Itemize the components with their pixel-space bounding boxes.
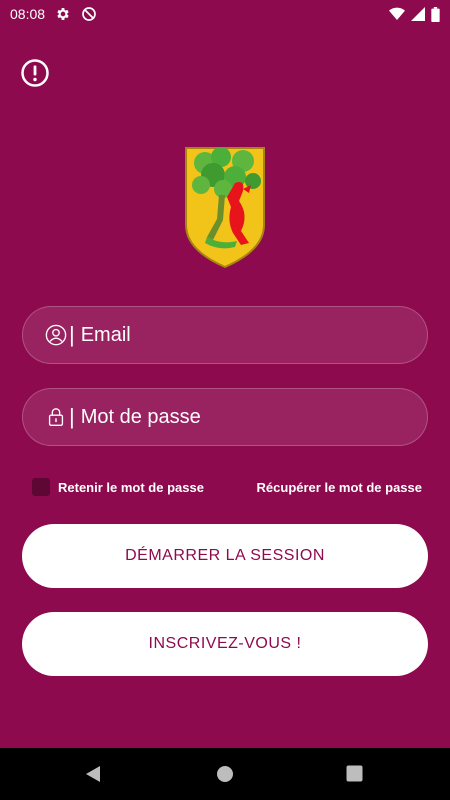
user-icon bbox=[45, 324, 67, 346]
status-time: 08:08 bbox=[10, 6, 46, 22]
recover-password-link[interactable]: Récupérer le mot de passe bbox=[257, 480, 422, 495]
email-field[interactable]: | bbox=[22, 306, 428, 364]
home-icon[interactable] bbox=[216, 765, 234, 783]
login-button[interactable]: DÉMARRER LA SESSION bbox=[22, 524, 428, 588]
coat-of-arms-logo bbox=[183, 145, 267, 270]
signup-button[interactable]: INSCRIVEZ-VOUS ! bbox=[22, 612, 428, 676]
wifi-icon bbox=[389, 7, 405, 20]
signal-icon bbox=[411, 7, 425, 21]
lock-icon bbox=[48, 408, 64, 426]
remember-label[interactable]: Retenir le mot de passe bbox=[58, 480, 204, 495]
battery-icon bbox=[431, 6, 440, 22]
exclamation-circle-icon[interactable] bbox=[20, 58, 50, 88]
password-input[interactable] bbox=[80, 405, 381, 429]
email-input[interactable] bbox=[80, 323, 381, 347]
status-bar: 08:08 bbox=[0, 0, 450, 28]
gear-icon bbox=[57, 8, 69, 20]
password-field[interactable]: | bbox=[22, 388, 428, 446]
recents-icon[interactable] bbox=[346, 765, 363, 782]
field-separator: | bbox=[69, 322, 75, 347]
remember-checkbox[interactable] bbox=[32, 478, 50, 496]
options-row: Retenir le mot de passe Récupérer le mot… bbox=[32, 476, 422, 498]
field-separator: | bbox=[69, 404, 75, 429]
system-nav-bar bbox=[0, 748, 450, 800]
do-not-disturb-icon bbox=[82, 7, 96, 21]
back-icon[interactable] bbox=[84, 765, 104, 783]
